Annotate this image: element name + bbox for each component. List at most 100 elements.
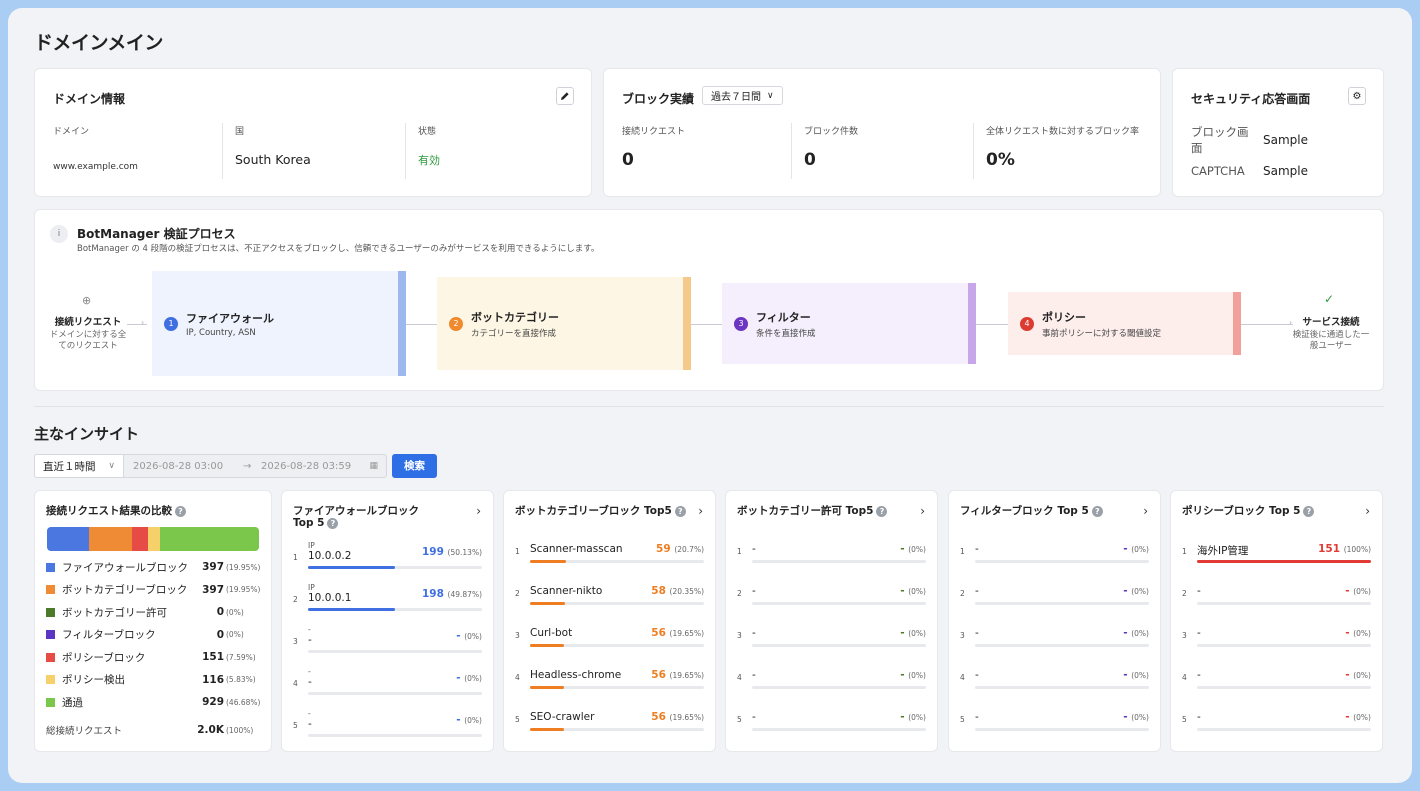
row-name: Headless-chrome [530, 669, 622, 681]
top5-card: ポリシーブロック Top 5? › 1 海外IP管理 151 (100%) 2 … [1170, 490, 1383, 752]
help-icon[interactable]: ? [1091, 505, 1103, 517]
stage-name: フィルター [756, 310, 811, 324]
top5-row[interactable]: 5 - - (0%) [1171, 711, 1382, 751]
date-range-input[interactable]: 2026-08-28 03:00 → 2026-08-28 03:59 ▦ [123, 454, 387, 478]
status-value: 有効 [418, 154, 440, 167]
captcha-value[interactable]: Sample [1263, 164, 1308, 178]
stacked-bar-segment [131, 527, 148, 551]
rank: 5 [293, 721, 298, 730]
rank: 3 [515, 631, 520, 640]
chevron-right-icon[interactable]: › [1143, 504, 1148, 518]
row-name: - [975, 585, 979, 597]
row-value: - [1345, 711, 1350, 723]
row-pct: (0%) [908, 545, 926, 554]
rank: 5 [960, 715, 965, 724]
rank: 4 [1182, 673, 1187, 682]
total-value: 2.0K [197, 724, 224, 736]
top5-title: ボットカテゴリーブロック Top5 [515, 505, 672, 517]
row-value: - [1345, 627, 1350, 639]
block-page-value[interactable]: Sample [1263, 133, 1308, 147]
block-rate-value: 0% [986, 150, 1015, 170]
gear-icon[interactable]: ⚙ [1348, 87, 1366, 105]
progress-track [530, 602, 704, 605]
top5-row[interactable]: 3 Curl-bot 56 (19.65%) [504, 627, 715, 667]
row-name: - [308, 634, 312, 646]
chevron-right-icon[interactable]: › [698, 504, 703, 518]
row-value: - [1345, 585, 1350, 597]
country-label: 国 [235, 127, 245, 137]
help-icon[interactable]: ? [327, 517, 339, 529]
top5-row[interactable]: 4 Headless-chrome 56 (19.65%) [504, 669, 715, 709]
legend-swatch [46, 562, 55, 572]
top5-row[interactable]: 4 - - (0%) [726, 669, 937, 709]
top5-row[interactable]: 3 - - (0%) [949, 627, 1160, 667]
top5-row[interactable]: 2 - - (0%) [949, 585, 1160, 625]
top5-row[interactable]: 5 - - (0%) [726, 711, 937, 751]
top5-row[interactable]: 4 - - (0%) [949, 669, 1160, 709]
row-name: - [1197, 627, 1201, 639]
rank: 2 [515, 589, 520, 598]
row-type: - [308, 625, 311, 634]
chevron-right-icon[interactable]: › [476, 504, 481, 518]
row-name: - [975, 669, 979, 681]
top5-row[interactable]: 1 海外IP管理 151 (100%) [1171, 543, 1382, 583]
top5-row[interactable]: 4 - - (0%) [1171, 669, 1382, 709]
top5-row[interactable]: 5 - - (0%) [949, 711, 1160, 751]
top5-row[interactable]: 4 - - - (0%) [282, 667, 493, 709]
legend-value: 397 [202, 561, 224, 573]
domain-label: ドメイン [53, 127, 90, 137]
legend-swatch [46, 697, 55, 707]
stage-number-badge: 4 [1020, 316, 1034, 331]
start-desc: ドメインに対する全てのリクエスト [49, 330, 127, 351]
range-select[interactable]: 直近１時間 ∨ [34, 454, 124, 478]
chevron-right-icon[interactable]: › [920, 504, 925, 518]
row-pct: (19.65%) [669, 629, 704, 638]
pencil-icon[interactable] [556, 87, 574, 105]
row-pct: (0%) [908, 671, 926, 680]
chevron-right-icon[interactable]: › [1365, 504, 1370, 518]
row-name: - [975, 543, 979, 555]
progress-fill [530, 686, 565, 689]
top5-row[interactable]: 1 IP 10.0.0.2 199 (50.13%) [282, 541, 493, 583]
row-value: - [900, 669, 905, 681]
top5-row[interactable]: 2 - - (0%) [726, 585, 937, 625]
rank: 1 [515, 547, 520, 556]
page-title: ドメインメイン [34, 32, 163, 54]
row-value: 59 [656, 543, 671, 555]
row-value: - [1123, 711, 1128, 723]
search-button[interactable]: 検索 [392, 454, 437, 478]
block-count-value: 0 [804, 150, 816, 170]
top5-row[interactable]: 2 - - (0%) [1171, 585, 1382, 625]
top5-row[interactable]: 3 - - (0%) [1171, 627, 1382, 667]
row-pct: (0%) [908, 587, 926, 596]
top5-row[interactable]: 1 Scanner-masscan 59 (20.7%) [504, 543, 715, 583]
top5-row[interactable]: 3 - - (0%) [726, 627, 937, 667]
row-value: 56 [651, 627, 666, 639]
block-page-label: ブロック画面 [1191, 125, 1249, 155]
rank: 4 [737, 673, 742, 682]
help-icon[interactable]: ? [1303, 505, 1315, 517]
rank: 2 [1182, 589, 1187, 598]
help-icon[interactable]: ? [674, 505, 686, 517]
top5-row[interactable]: 1 - - (0%) [726, 543, 937, 583]
help-icon[interactable]: ? [175, 505, 186, 517]
legend-row: ポリシー検出 116 (5.83%) [46, 670, 260, 690]
top5-row[interactable]: 5 SEO-crawler 56 (19.65%) [504, 711, 715, 751]
row-name: 海外IP管理 [1197, 545, 1249, 557]
process-title: BotManager 検証プロセス [77, 227, 236, 241]
progress-track [1197, 602, 1371, 605]
help-icon[interactable]: ? [876, 505, 888, 517]
row-name: - [1197, 669, 1201, 681]
stacked-bar-segment [147, 527, 160, 551]
top5-row[interactable]: 2 IP 10.0.0.1 198 (49.87%) [282, 583, 493, 625]
top5-row[interactable]: 5 - - - (0%) [282, 709, 493, 751]
legend-row: ファイアウォールブロック 397 (19.95%) [46, 557, 260, 577]
top5-row[interactable]: 3 - - - (0%) [282, 625, 493, 667]
date-arrow: → [243, 461, 252, 472]
compare-title: 接続リクエスト結果の比較 [46, 505, 172, 517]
period-select[interactable]: 過去７日間 ∨ [702, 86, 783, 105]
top5-title: ファイアウォールブロック Top 5 [293, 505, 419, 529]
top5-row[interactable]: 1 - - (0%) [949, 543, 1160, 583]
top5-row[interactable]: 2 Scanner-nikto 58 (20.35%) [504, 585, 715, 625]
process-card: i BotManager 検証プロセス BotManager の 4 段階の検証… [34, 209, 1384, 391]
